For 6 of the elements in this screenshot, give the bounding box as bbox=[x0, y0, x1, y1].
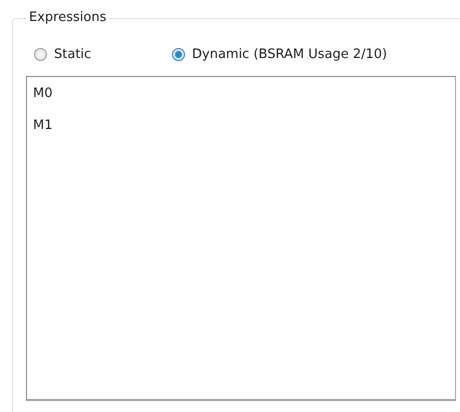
list-item[interactable]: M1 bbox=[31, 117, 52, 149]
list-item[interactable]: M0 bbox=[31, 85, 52, 117]
list-box[interactable]: M0 M1 bbox=[26, 76, 456, 401]
radio-button[interactable]: Dynamic (BSRAM Usage 2/10) bbox=[164, 46, 444, 62]
group-title: Expressions bbox=[26, 9, 110, 27]
radio-button[interactable]: Static bbox=[26, 46, 164, 62]
